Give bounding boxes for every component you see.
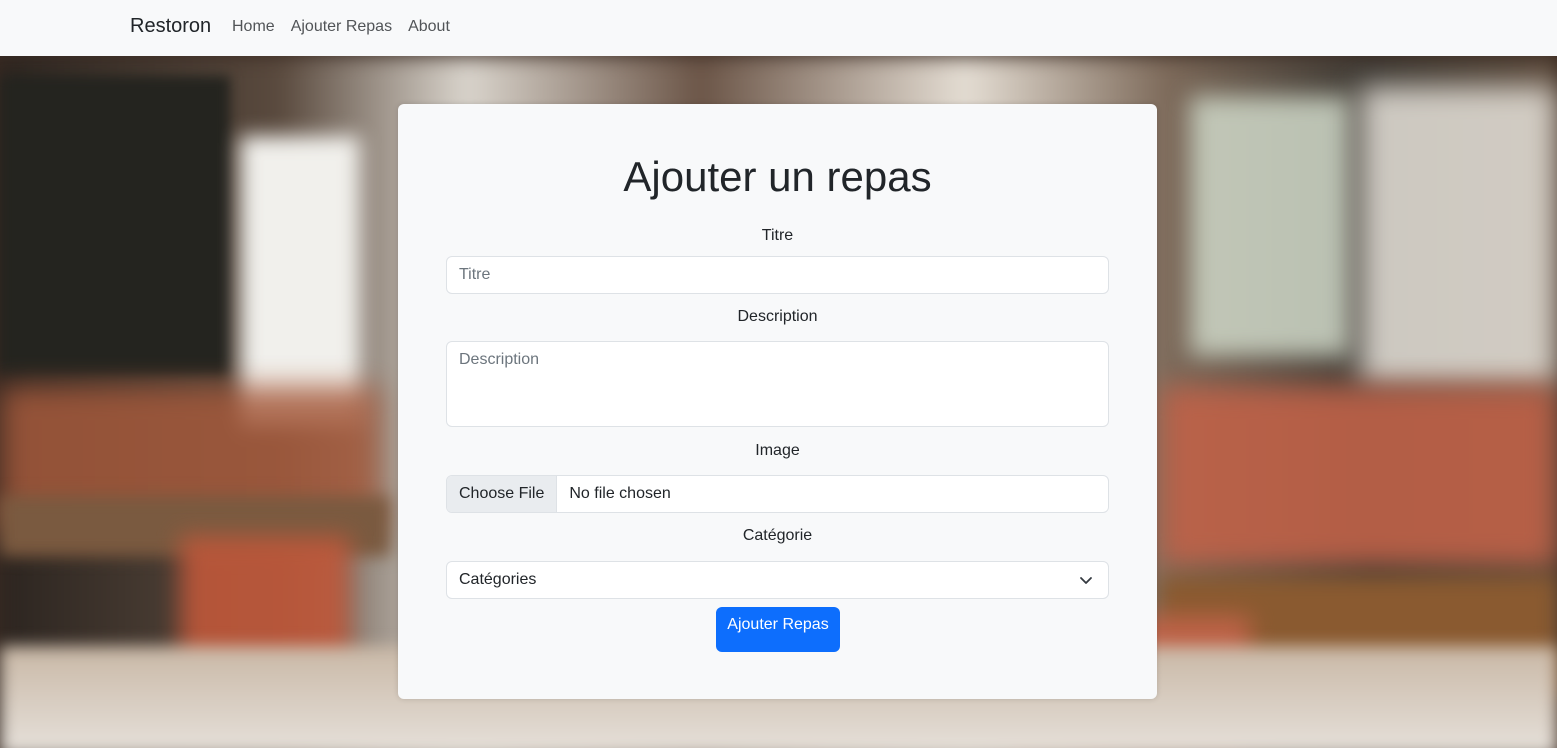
file-status-text: No file chosen [569,485,671,502]
categorie-label: Catégorie [742,527,813,544]
choose-file-button[interactable]: Choose File [447,476,558,512]
categorie-selected-value: Catégories [459,571,537,588]
image-file-input[interactable]: Choose File No file chosen [446,475,1109,513]
titre-input[interactable] [446,256,1109,294]
description-textarea[interactable] [446,341,1109,427]
page-title: Ajouter un repas [623,153,932,200]
titre-label: Titre [761,227,794,244]
brand-link[interactable]: Restoron [130,15,211,38]
chevron-down-icon [1080,577,1092,584]
nav-link-home[interactable]: Home [224,17,283,37]
add-meal-card: Ajouter un repas Titre Description Image… [398,104,1157,699]
nav-links: Home Ajouter Repas About [224,17,458,37]
navbar: Restoron Home Ajouter Repas About [0,0,1557,56]
ajouter-repas-button[interactable]: Ajouter Repas [716,607,840,652]
categorie-select[interactable]: Catégories [446,561,1109,599]
nav-link-ajouter-repas[interactable]: Ajouter Repas [283,17,400,37]
image-label: Image [755,442,800,459]
nav-link-about[interactable]: About [400,17,458,37]
description-label: Description [737,308,818,325]
